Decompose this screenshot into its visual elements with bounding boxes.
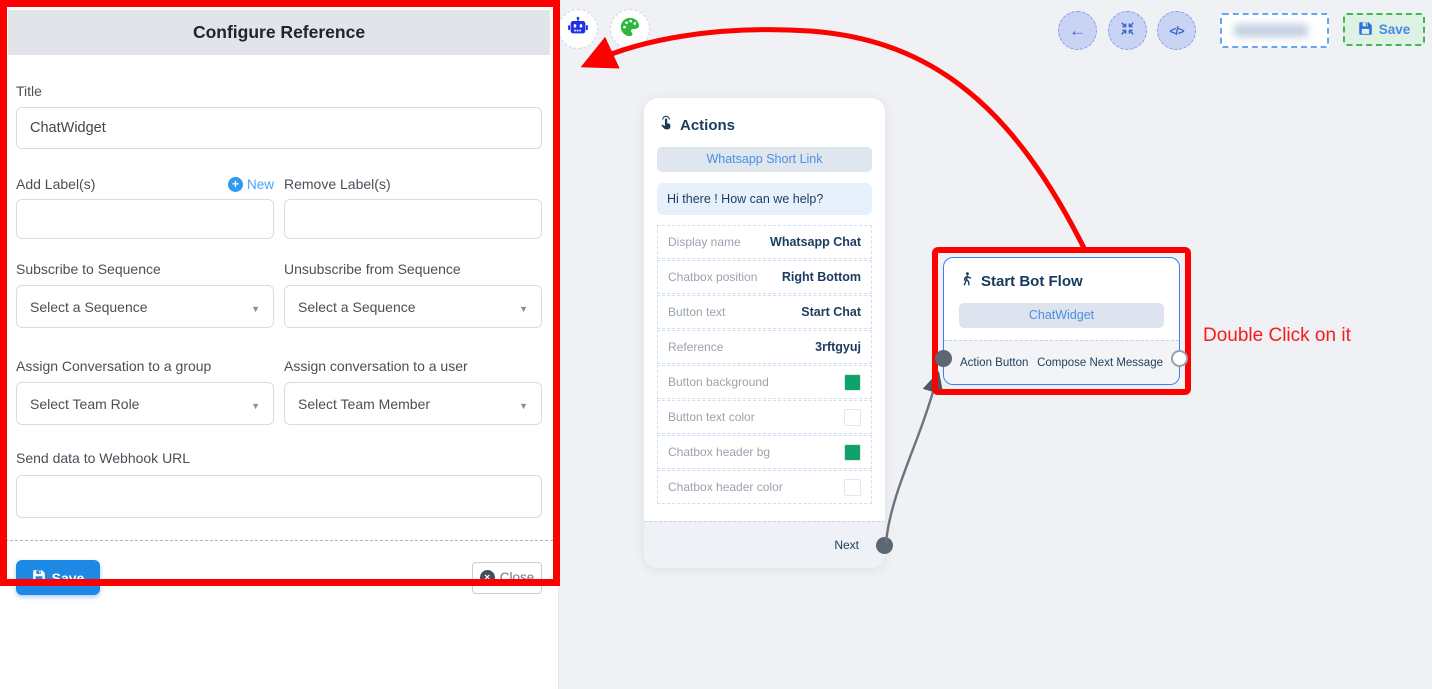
left-port-label: Action Button [960, 357, 1028, 369]
subscribe-label: Subscribe to Sequence [16, 261, 274, 277]
pointing-hand-icon [658, 115, 674, 135]
embed-code-button[interactable] [1157, 11, 1196, 50]
team-role-select[interactable]: Select Team Role [16, 382, 274, 425]
team-member-select[interactable]: Select Team Member [284, 382, 542, 425]
next-label: Next [834, 538, 859, 552]
canvas-save-button[interactable]: Save [1343, 13, 1425, 46]
color-swatch[interactable] [844, 374, 861, 391]
setting-row[interactable]: Chatbox header bg [657, 435, 872, 469]
title-label: Title [16, 83, 542, 99]
chevron-down-icon [519, 299, 528, 315]
fit-screen-button[interactable] [1108, 11, 1147, 50]
blurred-text [1234, 24, 1308, 37]
save-icon [1358, 21, 1373, 39]
unsubscribe-sequence-select[interactable]: Select a Sequence [284, 285, 542, 328]
canvas-save-label: Save [1379, 22, 1411, 37]
setting-label: Chatbox header bg [668, 445, 770, 459]
setting-label: Display name [668, 235, 741, 249]
plus-icon [228, 177, 243, 192]
next-output-port[interactable] [876, 537, 893, 554]
setting-row[interactable]: Display name Whatsapp Chat [657, 225, 872, 259]
actions-card-title: Actions [680, 117, 735, 134]
assign-group-label: Assign Conversation to a group [16, 358, 274, 374]
panel-close-button[interactable]: Close [472, 562, 542, 594]
add-labels-input[interactable] [16, 199, 274, 239]
setting-label: Button background [668, 375, 769, 389]
palette-icon [619, 16, 641, 43]
chevron-down-icon [251, 299, 260, 315]
node-title: Start Bot Flow [981, 273, 1083, 290]
new-label-link[interactable]: New [228, 177, 274, 192]
node-footer: Action Button Compose Next Message [944, 340, 1179, 384]
assign-user-label: Assign conversation to a user [284, 358, 542, 374]
action-button-input-port[interactable] [935, 350, 952, 367]
subscribe-select-value: Select a Sequence [30, 299, 148, 315]
remove-labels-input[interactable] [284, 199, 542, 239]
setting-row[interactable]: Button text Start Chat [657, 295, 872, 329]
setting-value: Whatsapp Chat [770, 235, 861, 249]
setting-row[interactable]: Button background [657, 365, 872, 399]
new-link-text: New [247, 177, 274, 192]
panel-save-button[interactable]: Save [16, 560, 100, 595]
unsubscribe-select-value: Select a Sequence [298, 299, 416, 315]
configure-reference-panel: Configure Reference Title Add Label(s) N… [0, 0, 559, 689]
color-swatch[interactable] [844, 479, 861, 496]
title-input[interactable] [16, 107, 542, 149]
panel-close-label: Close [500, 570, 535, 585]
flow-connection-edge [886, 378, 937, 543]
start-node-highlight: Start Bot Flow ChatWidget Action Button … [932, 247, 1191, 395]
bot-builder-button[interactable] [558, 9, 598, 49]
settings-rows: Display name Whatsapp Chat Chatbox posit… [657, 225, 872, 505]
setting-value: Right Bottom [782, 270, 861, 284]
unsubscribe-label: Unsubscribe from Sequence [284, 261, 542, 277]
add-labels-label: Add Label(s) [16, 176, 95, 192]
flow-name-field[interactable] [1220, 13, 1329, 48]
remove-labels-label: Remove Label(s) [284, 176, 391, 192]
robot-icon [567, 16, 589, 43]
team-role-value: Select Team Role [30, 396, 139, 412]
chevron-down-icon [519, 396, 528, 412]
setting-row[interactable]: Button text color [657, 400, 872, 434]
walking-person-icon [959, 271, 974, 292]
setting-row[interactable]: Chatbox header color [657, 470, 872, 504]
color-swatch[interactable] [844, 409, 861, 426]
setting-label: Button text [668, 305, 725, 319]
actions-card: Actions Whatsapp Short Link Hi there ! H… [644, 98, 885, 568]
close-icon [480, 570, 495, 585]
save-icon [32, 569, 46, 586]
right-port-label: Compose Next Message [1037, 357, 1163, 369]
actions-card-footer: Next [644, 521, 885, 568]
greeting-message[interactable]: Hi there ! How can we help? [657, 183, 872, 215]
setting-label: Chatbox header color [668, 480, 783, 494]
setting-label: Reference [668, 340, 723, 354]
chatwidget-button[interactable]: ChatWidget [959, 303, 1164, 328]
whatsapp-short-link-button[interactable]: Whatsapp Short Link [657, 147, 872, 172]
theme-palette-button[interactable] [610, 9, 650, 49]
webhook-label: Send data to Webhook URL [16, 450, 542, 466]
back-button[interactable] [1058, 11, 1097, 50]
setting-value: Start Chat [801, 305, 861, 319]
subscribe-sequence-select[interactable]: Select a Sequence [16, 285, 274, 328]
start-bot-flow-node[interactable]: Start Bot Flow ChatWidget Action Button … [943, 257, 1180, 385]
webhook-url-input[interactable] [16, 475, 542, 518]
panel-save-label: Save [52, 570, 85, 586]
setting-value: 3rftgyuj [815, 340, 861, 354]
compress-arrows-icon [1120, 21, 1135, 41]
setting-label: Chatbox position [668, 270, 757, 284]
compose-next-output-port[interactable] [1171, 350, 1188, 367]
setting-row[interactable]: Chatbox position Right Bottom [657, 260, 872, 294]
setting-row[interactable]: Reference 3rftgyuj [657, 330, 872, 364]
chevron-down-icon [251, 396, 260, 412]
team-member-value: Select Team Member [298, 396, 430, 412]
color-swatch[interactable] [844, 444, 861, 461]
panel-title: Configure Reference [8, 10, 550, 55]
double-click-annotation: Double Click on it [1203, 325, 1351, 347]
setting-label: Button text color [668, 410, 755, 424]
